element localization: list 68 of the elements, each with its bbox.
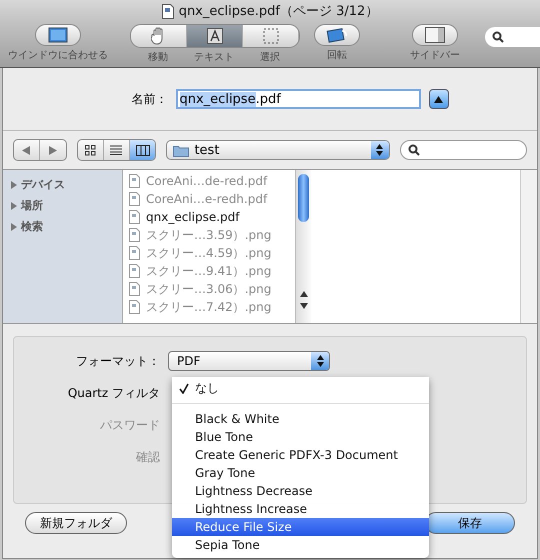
window-icon <box>48 27 68 43</box>
menu-item[interactable]: Sepia Tone <box>172 536 429 554</box>
tool-segment[interactable] <box>243 25 299 47</box>
file-icon <box>129 192 140 206</box>
toolbar-label: 移動 <box>147 51 169 64</box>
toolbar-label: 回転 <box>327 49 347 62</box>
file-icon <box>129 264 140 278</box>
expand-button[interactable] <box>428 89 448 109</box>
sidebar-section[interactable]: 検索 <box>3 216 122 237</box>
folder-icon <box>173 144 190 156</box>
file-icon <box>129 210 140 224</box>
password-label: パスワード <box>99 416 160 434</box>
search-icon <box>408 144 420 156</box>
file-icon <box>129 246 140 260</box>
rotate-icon <box>326 27 348 43</box>
format-label: フォーマット： <box>75 352 160 370</box>
scrollbar[interactable] <box>295 170 311 323</box>
new-folder-button[interactable]: 新規フォルダ <box>25 512 127 534</box>
toolbar-button[interactable] <box>314 24 360 46</box>
back-icon <box>22 146 30 154</box>
scroll-down-icon <box>300 303 308 309</box>
list-view-icon <box>110 145 122 155</box>
sidebar-section[interactable]: 場所 <box>3 195 122 216</box>
menu-item[interactable]: Create Generic PDFX-3 Document <box>172 446 429 464</box>
toolbar-label: サイドバー <box>410 49 460 62</box>
menu-item[interactable]: Lightness Decrease <box>172 482 429 500</box>
file-icon <box>129 300 140 314</box>
format-popup[interactable]: PDF <box>168 351 330 371</box>
toolbar-label: テキスト <box>193 51 235 64</box>
toolbar-label: 選択 <box>259 51 281 64</box>
file-icon <box>129 228 140 242</box>
search-field[interactable] <box>400 140 528 160</box>
file-name-field[interactable]: qnx_eclipse.pdf <box>176 89 420 109</box>
scroll-up-icon <box>300 291 308 297</box>
menu-item[interactable]: なし <box>172 379 429 397</box>
menu-item[interactable]: Reduce File Size <box>172 518 429 536</box>
sidebar-icon <box>425 27 445 43</box>
menu-item[interactable]: Gray Tone <box>172 464 429 482</box>
toolbar-button[interactable] <box>412 24 458 46</box>
confirm-label: 確認 <box>135 448 160 466</box>
tool-segment[interactable] <box>187 25 243 47</box>
pdf-file-icon <box>162 4 174 18</box>
forward-icon <box>48 146 57 154</box>
tool-segment[interactable] <box>131 25 187 47</box>
toolbar-button[interactable] <box>35 24 81 46</box>
name-label: 名前： <box>132 90 168 108</box>
location-popup[interactable]: test <box>166 140 390 160</box>
triangle-up-icon <box>434 96 443 102</box>
stepper-arrows-icon <box>316 355 324 367</box>
file-icon <box>129 282 140 296</box>
scroll-thumb[interactable] <box>298 174 309 222</box>
menu-item[interactable]: Black & White <box>172 410 429 428</box>
menu-item[interactable]: Blue Tone <box>172 428 429 446</box>
window-title: qnx_eclipse.pdf（ページ 3/12） <box>178 3 378 20</box>
text-tool-icon <box>206 28 222 44</box>
selection-icon <box>262 28 278 44</box>
search-icon <box>492 31 504 43</box>
checkmark-icon <box>178 382 188 394</box>
sidebar-section[interactable]: デバイス <box>3 174 122 195</box>
search-field[interactable] <box>485 27 540 47</box>
file-icon <box>129 174 140 188</box>
toolbar-label: ウインドウに合わせる <box>8 49 108 62</box>
filter-label: Quartz フィルタ <box>66 384 160 402</box>
file-row[interactable]: qnx_eclipse.pdf <box>123 208 295 226</box>
icon-view-icon <box>84 144 96 156</box>
stepper-arrows-icon <box>376 144 384 156</box>
column-view-icon <box>136 144 150 156</box>
view-mode-button[interactable] <box>130 140 156 160</box>
